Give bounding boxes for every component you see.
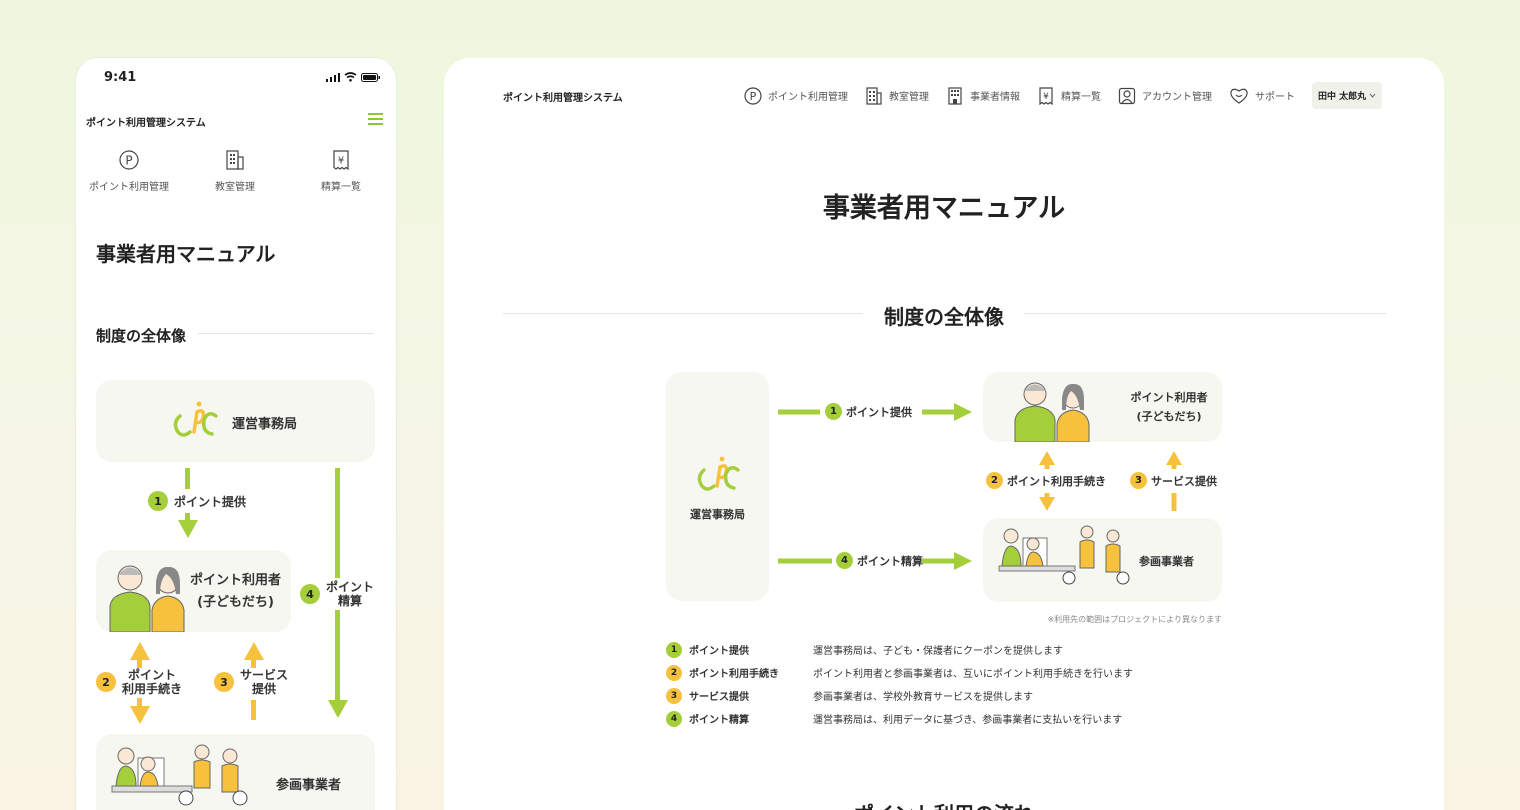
section-divider: [198, 333, 374, 334]
heart-smile-icon: [1230, 88, 1248, 104]
cfc-logo-icon: [697, 456, 740, 491]
nav-item-support[interactable]: サポート: [1229, 87, 1295, 105]
step3-label: 3 サービス 提供: [214, 668, 288, 696]
legend-row: 1 ポイント提供 運営事務局は、子ども・保護者にクーポンを提供します: [666, 638, 1266, 661]
nav-item-classroom[interactable]: 教室管理: [182, 150, 288, 193]
step4-label: 4 ポイント精算: [836, 552, 923, 569]
status-time: 9:41: [104, 70, 137, 85]
section-divider-right: [1024, 313, 1386, 314]
yen-receipt-icon: ¥: [333, 150, 349, 171]
user-menu-button[interactable]: 田中 太郎丸: [1312, 82, 1383, 109]
app-title: ポイント利用管理システム: [503, 93, 623, 104]
legend-row: 2 ポイント利用手続き ポイント利用者と参画事業者は、互いにポイント利用手続きを…: [666, 661, 1266, 684]
svg-text:¥: ¥: [338, 156, 344, 167]
hamburger-menu-icon[interactable]: [368, 113, 383, 125]
desktop-nav: P ポイント利用管理 教室管理 事業者情報 ¥ 精算一覧 アカウント管理 サポー…: [744, 82, 1383, 109]
signal-icon: [326, 72, 340, 82]
yen-receipt-icon: ¥: [1039, 86, 1053, 105]
desktop-screen: ポイント利用管理システム P ポイント利用管理 教室管理 事業者情報 ¥ 精算一…: [444, 58, 1444, 810]
nav-item-point-usage[interactable]: P ポイント利用管理: [76, 150, 182, 193]
students-illustration: [1014, 382, 1090, 442]
cfc-logo-icon: [173, 401, 218, 437]
step1-label: 1 ポイント提供: [144, 489, 251, 513]
svg-text:P: P: [750, 90, 757, 103]
p-circle-icon: P: [744, 86, 762, 105]
step4-label: 4 ポイント 精算: [298, 578, 377, 610]
p-circle-icon: P: [119, 150, 139, 170]
user-card: ポイント利用者 (子どもだち): [96, 550, 291, 632]
building-icon: [866, 86, 882, 105]
user-card: ポイント利用者 (子どもだち): [983, 372, 1222, 442]
next-section-title: ポイント利用の流れ: [444, 798, 1444, 810]
step2-label: 2 ポイント 利用手続き: [96, 668, 182, 696]
step1-label: 1 ポイント提供: [825, 403, 912, 420]
provider-card: 参画事業者: [96, 734, 375, 810]
nav-item-classroom[interactable]: 教室管理: [865, 86, 929, 105]
mobile-nav: P ポイント利用管理 教室管理 ¥ 精算一覧: [76, 150, 396, 193]
svg-text:¥: ¥: [1043, 92, 1049, 102]
scope-note: ※利用先の範囲はプロジェクトにより異なります: [1047, 615, 1222, 624]
step2-label: 2 ポイント利用手続き: [984, 471, 1108, 490]
legend-row: 3 サービス提供 参画事業者は、学校外教育サービスを提供します: [666, 684, 1266, 707]
section-divider-left: [503, 313, 863, 314]
nav-item-provider-info[interactable]: 事業者情報: [946, 86, 1020, 105]
user-icon: [1118, 87, 1136, 104]
provider-illustration: [998, 525, 1130, 585]
chevron-down-icon: [1369, 93, 1376, 98]
building-icon: [226, 150, 244, 170]
provider-card: 参画事業者: [983, 518, 1222, 602]
nav-item-point-usage[interactable]: P ポイント利用管理: [744, 86, 848, 105]
page-title: 事業者用マニュアル: [96, 242, 276, 266]
page-title: 事業者用マニュアル: [822, 193, 1066, 224]
battery-icon: [361, 72, 380, 82]
office-card: 運営事務局: [96, 380, 375, 462]
section-title: 制度の全体像: [96, 327, 187, 345]
wifi-icon: [344, 72, 357, 82]
nav-item-settlement[interactable]: ¥ 精算一覧: [1037, 86, 1101, 105]
legend: 1 ポイント提供 運営事務局は、子ども・保護者にクーポンを提供します 2 ポイン…: [666, 638, 1266, 730]
status-icons: [326, 72, 381, 82]
svg-text:P: P: [125, 154, 132, 168]
section-title: 制度の全体像: [884, 305, 1004, 329]
step3-label: 3 サービス提供: [1128, 471, 1219, 490]
nav-item-settlement[interactable]: ¥ 精算一覧: [288, 150, 394, 193]
mobile-screen: 9:41 ポイント利用管理システム P ポイント利用管理 教室管理 ¥ 精算一覧…: [76, 58, 396, 810]
legend-row: 4 ポイント精算 運営事務局は、利用データに基づき、参画事業者に支払いを行います: [666, 707, 1266, 730]
students-illustration: [109, 565, 185, 632]
app-title: ポイント利用管理システム: [86, 118, 206, 129]
nav-item-account[interactable]: アカウント管理: [1118, 87, 1212, 105]
office-card: 運営事務局: [666, 372, 769, 601]
provider-illustration: [111, 744, 248, 806]
office-building-icon: [948, 86, 962, 105]
